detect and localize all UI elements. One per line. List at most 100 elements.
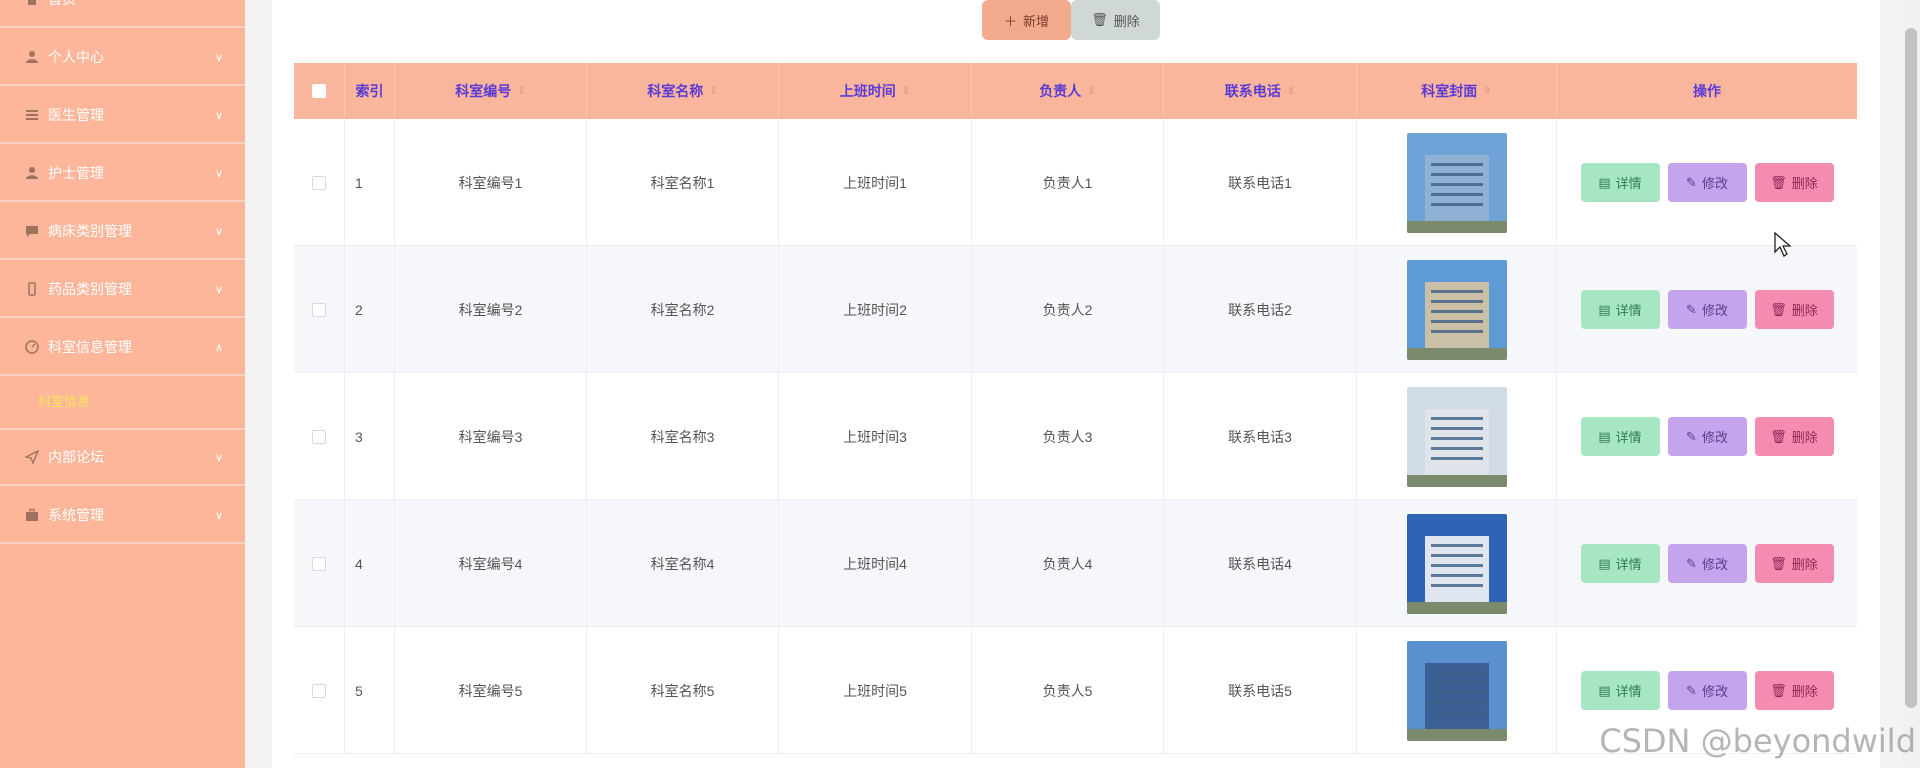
- header-cover[interactable]: 科室封面 ⇕: [1357, 63, 1557, 119]
- row-select-cell: [294, 627, 345, 754]
- department-cover-image[interactable]: [1406, 132, 1507, 233]
- cell-time: 上班时间4: [779, 500, 972, 627]
- edit-button[interactable]: ✎ 修改: [1667, 163, 1747, 202]
- document-icon: ▤: [1598, 174, 1611, 190]
- add-button[interactable]: ＋ 新增: [982, 0, 1071, 40]
- cell-index: 4: [345, 500, 395, 627]
- pencil-icon: ✎: [1686, 555, 1697, 571]
- header-label: 科室编号: [455, 83, 512, 99]
- sidebar-item-label: 内部论坛: [48, 449, 104, 465]
- edit-label: 修改: [1701, 176, 1728, 191]
- list-icon: [24, 107, 40, 123]
- header-phone[interactable]: 联系电话 ⇕: [1164, 63, 1357, 119]
- sort-icon[interactable]: ⇕: [1287, 86, 1295, 97]
- row-select-cell: [294, 246, 345, 373]
- sidebar-subitem-department-info[interactable]: 科室信息: [0, 372, 245, 430]
- scroll-thumb[interactable]: [1905, 28, 1917, 708]
- header-code[interactable]: 科室编号 ⇕: [395, 63, 587, 119]
- delete-button[interactable]: 🗑 删除: [1754, 544, 1834, 583]
- table-row: 3 科室编号3 科室名称3 上班时间3 负责人3 联系电话3 ▤ 详情 ✎ 修改…: [294, 373, 1857, 500]
- edit-button[interactable]: ✎ 修改: [1667, 671, 1747, 710]
- user-icon: [24, 165, 40, 181]
- edit-button[interactable]: ✎ 修改: [1667, 417, 1747, 456]
- cell-index: 2: [345, 246, 395, 373]
- header-time[interactable]: 上班时间 ⇕: [779, 63, 972, 119]
- department-cover-image[interactable]: [1406, 513, 1507, 614]
- cell-name: 科室名称4: [587, 500, 779, 627]
- row-checkbox[interactable]: [312, 683, 326, 698]
- table-row: 2 科室编号2 科室名称2 上班时间2 负责人2 联系电话2 ▤ 详情 ✎ 修改…: [294, 246, 1857, 373]
- chevron-down-icon: ∨: [214, 167, 223, 180]
- batch-delete-button[interactable]: 🗑 删除: [1071, 0, 1160, 40]
- header-name[interactable]: 科室名称 ⇕: [587, 63, 779, 119]
- sort-icon[interactable]: ⇕: [709, 86, 717, 97]
- scrollbar[interactable]: [1902, 0, 1920, 768]
- delete-label: 删除: [1791, 430, 1818, 445]
- cell-name: 科室名称2: [587, 246, 779, 373]
- row-checkbox[interactable]: [312, 429, 326, 444]
- edit-label: 修改: [1701, 303, 1728, 318]
- header-index: 索引: [345, 63, 395, 119]
- sidebar-item-label: 系统管理: [48, 507, 104, 523]
- sidebar-item-profile[interactable]: 个人中心 ∨: [0, 30, 245, 86]
- sidebar-item-bed-types[interactable]: 病床类别管理 ∨: [0, 204, 245, 260]
- sidebar-item-nurses[interactable]: 护士管理 ∨: [0, 146, 245, 202]
- sort-icon[interactable]: ⇕: [1483, 86, 1491, 97]
- department-cover-image[interactable]: [1406, 386, 1507, 487]
- row-checkbox[interactable]: [312, 556, 326, 571]
- user-icon: [24, 49, 40, 65]
- cell-cover: [1357, 373, 1557, 500]
- sort-icon[interactable]: ⇕: [517, 86, 525, 97]
- briefcase-icon: [24, 507, 40, 523]
- header-label: 科室名称: [647, 83, 704, 99]
- header-select-all[interactable]: [294, 63, 345, 119]
- department-cover-image[interactable]: [1406, 640, 1507, 741]
- sidebar-item-forum[interactable]: 内部论坛 ∨: [0, 430, 245, 486]
- sidebar-item-drug-types[interactable]: 药品类别管理 ∨: [0, 262, 245, 318]
- row-checkbox[interactable]: [312, 302, 326, 317]
- delete-button[interactable]: 🗑 删除: [1754, 290, 1834, 329]
- sidebar-item-home[interactable]: 首页: [0, 0, 245, 28]
- cell-actions: ▤ 详情 ✎ 修改 🗑 删除: [1557, 246, 1857, 373]
- watermark: CSDN @beyondwild: [1599, 722, 1916, 760]
- cell-cover: [1357, 119, 1557, 246]
- cell-name: 科室名称3: [587, 373, 779, 500]
- header-label: 联系电话: [1224, 83, 1281, 99]
- edit-button[interactable]: ✎ 修改: [1667, 290, 1747, 329]
- sidebar-item-doctors[interactable]: 医生管理 ∨: [0, 88, 245, 144]
- header-person[interactable]: 负责人 ⇕: [972, 63, 1164, 119]
- sort-icon[interactable]: ⇕: [1087, 86, 1095, 97]
- cell-cover: [1357, 500, 1557, 627]
- chevron-down-icon: ∨: [214, 51, 223, 64]
- trash-icon: 🗑: [1770, 428, 1787, 444]
- cell-name: 科室名称5: [587, 627, 779, 754]
- cell-person: 负责人5: [972, 627, 1164, 754]
- detail-button[interactable]: ▤ 详情: [1580, 290, 1660, 329]
- detail-button[interactable]: ▤ 详情: [1580, 671, 1660, 710]
- detail-label: 详情: [1615, 303, 1642, 318]
- cell-index: 5: [345, 627, 395, 754]
- header-label: 负责人: [1039, 83, 1082, 99]
- cell-person: 负责人1: [972, 119, 1164, 246]
- select-all-checkbox[interactable]: [312, 84, 326, 98]
- header-actions: 操作: [1557, 63, 1857, 119]
- detail-button[interactable]: ▤ 详情: [1580, 544, 1660, 583]
- sidebar-item-label: 护士管理: [48, 165, 104, 181]
- trash-icon: 🗑: [1770, 555, 1787, 571]
- cell-time: 上班时间3: [779, 373, 972, 500]
- delete-button[interactable]: 🗑 删除: [1754, 163, 1834, 202]
- delete-button[interactable]: 🗑 删除: [1754, 417, 1834, 456]
- sidebar-item-system[interactable]: 系统管理 ∨: [0, 488, 245, 544]
- department-cover-image[interactable]: [1406, 259, 1507, 360]
- edit-button[interactable]: ✎ 修改: [1667, 544, 1747, 583]
- department-table: 索引 科室编号 ⇕ 科室名称 ⇕ 上班时间 ⇕ 负责人 ⇕ 联系电话 ⇕ 科室封面 ⇕ 操作…: [294, 63, 1857, 754]
- delete-label: 删除: [1791, 176, 1818, 191]
- row-checkbox[interactable]: [312, 175, 326, 190]
- sort-icon[interactable]: ⇕: [902, 86, 910, 97]
- detail-button[interactable]: ▤ 详情: [1580, 163, 1660, 202]
- sidebar-item-departments[interactable]: 科室信息管理 ∧: [0, 320, 245, 376]
- cell-code: 科室编号2: [395, 246, 587, 373]
- delete-button[interactable]: 🗑 删除: [1754, 671, 1834, 710]
- detail-button[interactable]: ▤ 详情: [1580, 417, 1660, 456]
- chevron-down-icon: ∨: [214, 225, 223, 238]
